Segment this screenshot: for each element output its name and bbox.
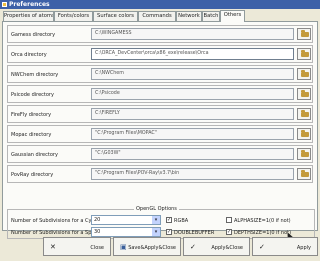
orca-directory-field[interactable]: C:\ORCA_DevCenter\orca\x86_exe\release\O… (91, 48, 294, 60)
check-icon: ✓ (190, 243, 196, 251)
tab-bar: Properties of atoms Fonts/colors Surface… (2, 10, 318, 22)
gamess-row: Gamess directory C:\WINGAMESS (7, 25, 313, 43)
nwchem-row: NWChem directory C:\NWChem (7, 65, 313, 83)
opengl-options-legend: OpenGL Options (134, 206, 179, 212)
orca-label: Orca directory (11, 52, 47, 58)
folder-icon (301, 50, 309, 57)
orca-browse-button[interactable] (297, 48, 311, 60)
gaussian-label: Gaussian directory (11, 152, 58, 158)
apply-close-button[interactable]: ✓ Apply&Close (183, 237, 250, 256)
apply-label: Apply (296, 245, 311, 251)
firefly-browse-button[interactable] (297, 108, 311, 120)
gamess-label: Gamess directory (11, 32, 56, 38)
folder-icon (301, 90, 309, 97)
tab-properties-of-atoms[interactable]: Properties of atoms (3, 11, 54, 21)
gaussian-row: Gaussian directory "C:\G03W" (7, 145, 313, 163)
chevron-down-icon: ▾ (152, 216, 160, 224)
mopac-label: Mopac directory (11, 132, 52, 138)
mopac-browse-button[interactable] (297, 128, 311, 140)
app-icon (2, 2, 7, 7)
nwchem-label: NWChem directory (11, 72, 59, 78)
folder-icon (301, 150, 309, 157)
folder-icon (301, 70, 309, 77)
x-icon: ✕ (50, 243, 56, 251)
gaussian-browse-button[interactable] (297, 148, 311, 160)
psicode-browse-button[interactable] (297, 88, 311, 100)
save-apply-close-label: Save&Apply&Close (128, 245, 176, 251)
povray-browse-button[interactable] (297, 168, 311, 180)
tab-fonts-colors[interactable]: Fonts/colors (54, 11, 93, 21)
nwchem-browse-button[interactable] (297, 68, 311, 80)
tab-batch[interactable]: Batch (202, 11, 220, 21)
firefly-row: FireFly directory C:\FIREFLY (7, 105, 313, 123)
povray-directory-field[interactable]: "C:\Program Files\POV-Ray\v3.7\bin (91, 168, 294, 180)
gaussian-directory-field[interactable]: "C:\G03W" (91, 148, 294, 160)
close-button[interactable]: ✕ Close (43, 237, 111, 256)
folder-icon (301, 130, 309, 137)
others-panel: Gamess directory C:\WINGAMESS Orca direc… (2, 21, 318, 240)
cylinder-subdivisions-value: 20 (94, 217, 101, 223)
orca-row: Orca directory C:\ORCA_DevCenter\orca\x8… (7, 45, 313, 63)
close-button-label: Close (90, 245, 104, 251)
mopac-row: Mopac directory "C:\Program Files\MOPAC" (7, 125, 313, 143)
dialog-button-bar: ✕ Close ▣ Save&Apply&Close ✓ Apply&Close… (2, 234, 318, 259)
povray-label: PovRay directory (11, 172, 54, 178)
firefly-label: FireFly directory (11, 112, 52, 118)
preferences-window: Preferences Properties of atoms Fonts/co… (0, 0, 320, 261)
psicode-row: Psicode directory C:\Psicode (7, 85, 313, 103)
save-apply-close-button[interactable]: ▣ Save&Apply&Close (113, 237, 181, 256)
folder-icon (301, 110, 309, 117)
nwchem-directory-field[interactable]: C:\NWChem (91, 68, 294, 80)
tab-commands[interactable]: Commands (138, 11, 176, 21)
apply-close-label: Apply&Close (211, 245, 243, 251)
firefly-directory-field[interactable]: C:\FIREFLY (91, 108, 294, 120)
folder-icon (301, 170, 309, 177)
povray-row: PovRay directory "C:\Program Files\POV-R… (7, 165, 313, 183)
tab-surface-colors[interactable]: Surface colors (93, 11, 138, 21)
mopac-directory-field[interactable]: "C:\Program Files\MOPAC" (91, 128, 294, 140)
alphasize-label: ALPHASIZE=1(0 if not) (234, 218, 291, 224)
gamess-browse-button[interactable] (297, 28, 311, 40)
folder-icon (301, 30, 309, 37)
disk-icon: ▣ (120, 243, 127, 251)
gamess-directory-field[interactable]: C:\WINGAMESS (91, 28, 294, 40)
tab-network[interactable]: Network (176, 11, 202, 21)
alphasize-checkbox[interactable] (226, 217, 232, 223)
window-title: Preferences (9, 1, 50, 8)
check-icon: ✓ (259, 243, 265, 251)
rgba-label: RGBA (174, 218, 189, 224)
apply-button[interactable]: ✓ Apply (252, 237, 318, 256)
cylinder-subdivisions-select[interactable]: 20 ▾ (91, 215, 161, 225)
psicode-label: Psicode directory (11, 92, 54, 98)
rgba-checkbox[interactable]: ✓ (166, 217, 172, 223)
tab-others[interactable]: Others (220, 10, 245, 22)
title-bar[interactable]: Preferences (0, 0, 320, 9)
psicode-directory-field[interactable]: C:\Psicode (91, 88, 294, 100)
